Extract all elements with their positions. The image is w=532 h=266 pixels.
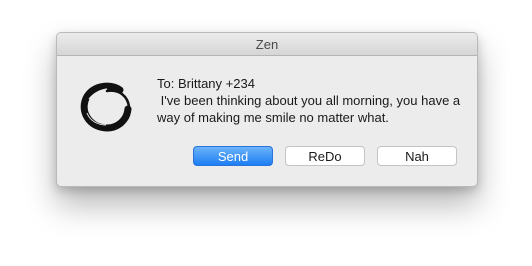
nah-button[interactable]: Nah [377,146,457,166]
window-title: Zen [255,36,279,52]
enso-circle-icon [80,81,132,133]
recipient-line: To: Brittany +234 [157,76,255,91]
button-row: Send ReDo Nah [193,146,457,166]
alert-dialog: Zen To: Brittany +234 I've been thinking… [56,32,478,187]
title-bar[interactable]: Zen [57,33,477,56]
send-button[interactable]: Send [193,146,273,166]
redo-button[interactable]: ReDo [285,146,365,166]
message-body: I've been thinking about you all morning… [157,93,464,125]
message-text: To: Brittany +234 I've been thinking abo… [157,75,467,126]
